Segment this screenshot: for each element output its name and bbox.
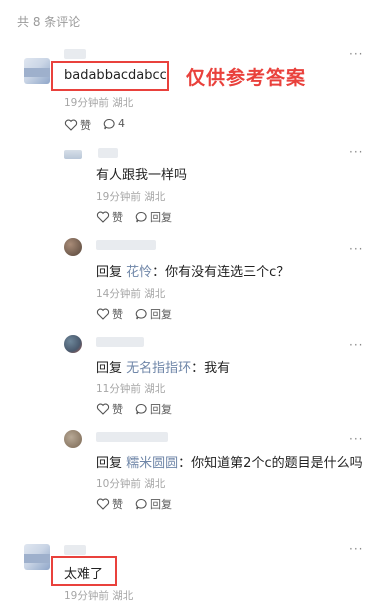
heart-icon — [96, 211, 110, 223]
comment-bubble-icon — [135, 498, 147, 510]
comment-bubble-icon — [103, 118, 115, 129]
comment-location: 湖北 — [112, 590, 134, 602]
more-options-icon[interactable]: ··· — [349, 338, 363, 352]
like-button[interactable]: 赞 — [96, 401, 123, 417]
reply-button[interactable]: 回复 — [135, 209, 172, 225]
reply-body: 有人跟我一样吗 — [96, 168, 188, 183]
reply-location: 湖北 — [144, 478, 166, 490]
comment-time: 19分钟前 — [64, 97, 109, 109]
reply-prefix: 回复 — [96, 456, 123, 471]
reply-time: 14分钟前 — [96, 288, 141, 300]
reply-label: 回复 — [150, 403, 172, 416]
reply-text: 回复 无名指指环：我有 — [96, 357, 230, 376]
username-blurred[interactable] — [96, 337, 144, 347]
reply-count: 4 — [118, 117, 125, 130]
comment-time: 19分钟前 — [64, 590, 109, 602]
comment-count: 共 8 条评论 — [17, 15, 81, 29]
like-label: 赞 — [112, 211, 123, 224]
reply-location: 湖北 — [144, 191, 166, 203]
reply-text: 回复 糯米圆圆：你知道第2个c的题目是什么吗 — [96, 452, 363, 471]
reply-button[interactable]: 回复 — [135, 401, 172, 417]
comment-meta: 19分钟前 湖北 — [64, 588, 133, 603]
more-options-icon[interactable]: ··· — [349, 432, 363, 446]
reply-count-button[interactable]: 4 — [103, 117, 125, 130]
reply-text: 回复 花怜：你有没有连选三个c？ — [96, 261, 289, 280]
reply-meta: 11分钟前 湖北 — [96, 381, 165, 396]
reply-body: ：我有 — [191, 361, 231, 376]
comment-text: badabbacdabcc — [64, 68, 167, 83]
like-label: 赞 — [112, 498, 123, 511]
reply-text: 有人跟我一样吗 — [96, 164, 187, 183]
username-blurred[interactable] — [96, 432, 168, 442]
reply-button[interactable]: 回复 — [135, 306, 172, 322]
like-label: 赞 — [112, 308, 123, 321]
avatar[interactable] — [64, 335, 82, 353]
reply-label: 回复 — [150, 498, 172, 511]
reply-body: ：你有没有连选三个c？ — [152, 265, 290, 280]
reply-meta: 14分钟前 湖北 — [96, 286, 165, 301]
more-options-icon[interactable]: ··· — [349, 145, 363, 159]
like-button[interactable]: 赞 — [64, 117, 91, 133]
reply-to-user[interactable]: 无名指指环 — [126, 361, 191, 376]
comment-bubble-icon — [135, 403, 147, 415]
like-button[interactable]: 赞 — [96, 209, 123, 225]
reply-time: 10分钟前 — [96, 478, 141, 490]
reply-meta: 19分钟前 湖北 — [96, 189, 165, 204]
more-options-icon[interactable]: ··· — [349, 542, 363, 556]
reply-label: 回复 — [150, 308, 172, 321]
comment-bubble-icon — [135, 308, 147, 320]
reply-location: 湖北 — [144, 288, 166, 300]
username-blurred[interactable] — [96, 240, 156, 250]
avatar[interactable] — [24, 58, 50, 84]
annotation-label: 仅供参考答案 — [186, 67, 307, 89]
reply-button[interactable]: 回复 — [135, 496, 172, 512]
heart-icon — [96, 403, 110, 415]
reply-time: 11分钟前 — [96, 383, 141, 395]
comment-location: 湖北 — [112, 97, 134, 109]
comment-text: 太难了 — [64, 567, 104, 582]
reply-meta: 10分钟前 湖北 — [96, 476, 165, 491]
username-blurred[interactable] — [98, 148, 118, 158]
username-blurred[interactable] — [64, 49, 86, 59]
reply-to-user[interactable]: 糯米圆圆 — [126, 456, 178, 471]
heart-icon — [64, 119, 78, 131]
reply-label: 回复 — [150, 211, 172, 224]
comment-meta: 19分钟前 湖北 — [64, 95, 133, 110]
heart-icon — [96, 498, 110, 510]
reply-location: 湖北 — [144, 383, 166, 395]
reply-to-user[interactable]: 花怜 — [126, 265, 152, 280]
heart-icon — [96, 308, 110, 320]
more-options-icon[interactable]: ··· — [349, 242, 363, 256]
avatar[interactable] — [64, 238, 82, 256]
avatar[interactable] — [64, 430, 82, 448]
avatar[interactable] — [64, 150, 82, 159]
comment-bubble-icon — [135, 211, 147, 223]
reply-prefix: 回复 — [96, 265, 123, 280]
like-button[interactable]: 赞 — [96, 306, 123, 322]
reply-prefix: 回复 — [96, 361, 123, 376]
like-label: 赞 — [112, 403, 123, 416]
more-options-icon[interactable]: ··· — [349, 47, 363, 61]
reply-body: ：你知道第2个c的题目是什么吗 — [178, 456, 363, 471]
like-label: 赞 — [80, 119, 91, 132]
avatar[interactable] — [24, 544, 50, 570]
reply-time: 19分钟前 — [96, 191, 141, 203]
username-blurred[interactable] — [64, 545, 86, 555]
like-button[interactable]: 赞 — [96, 496, 123, 512]
